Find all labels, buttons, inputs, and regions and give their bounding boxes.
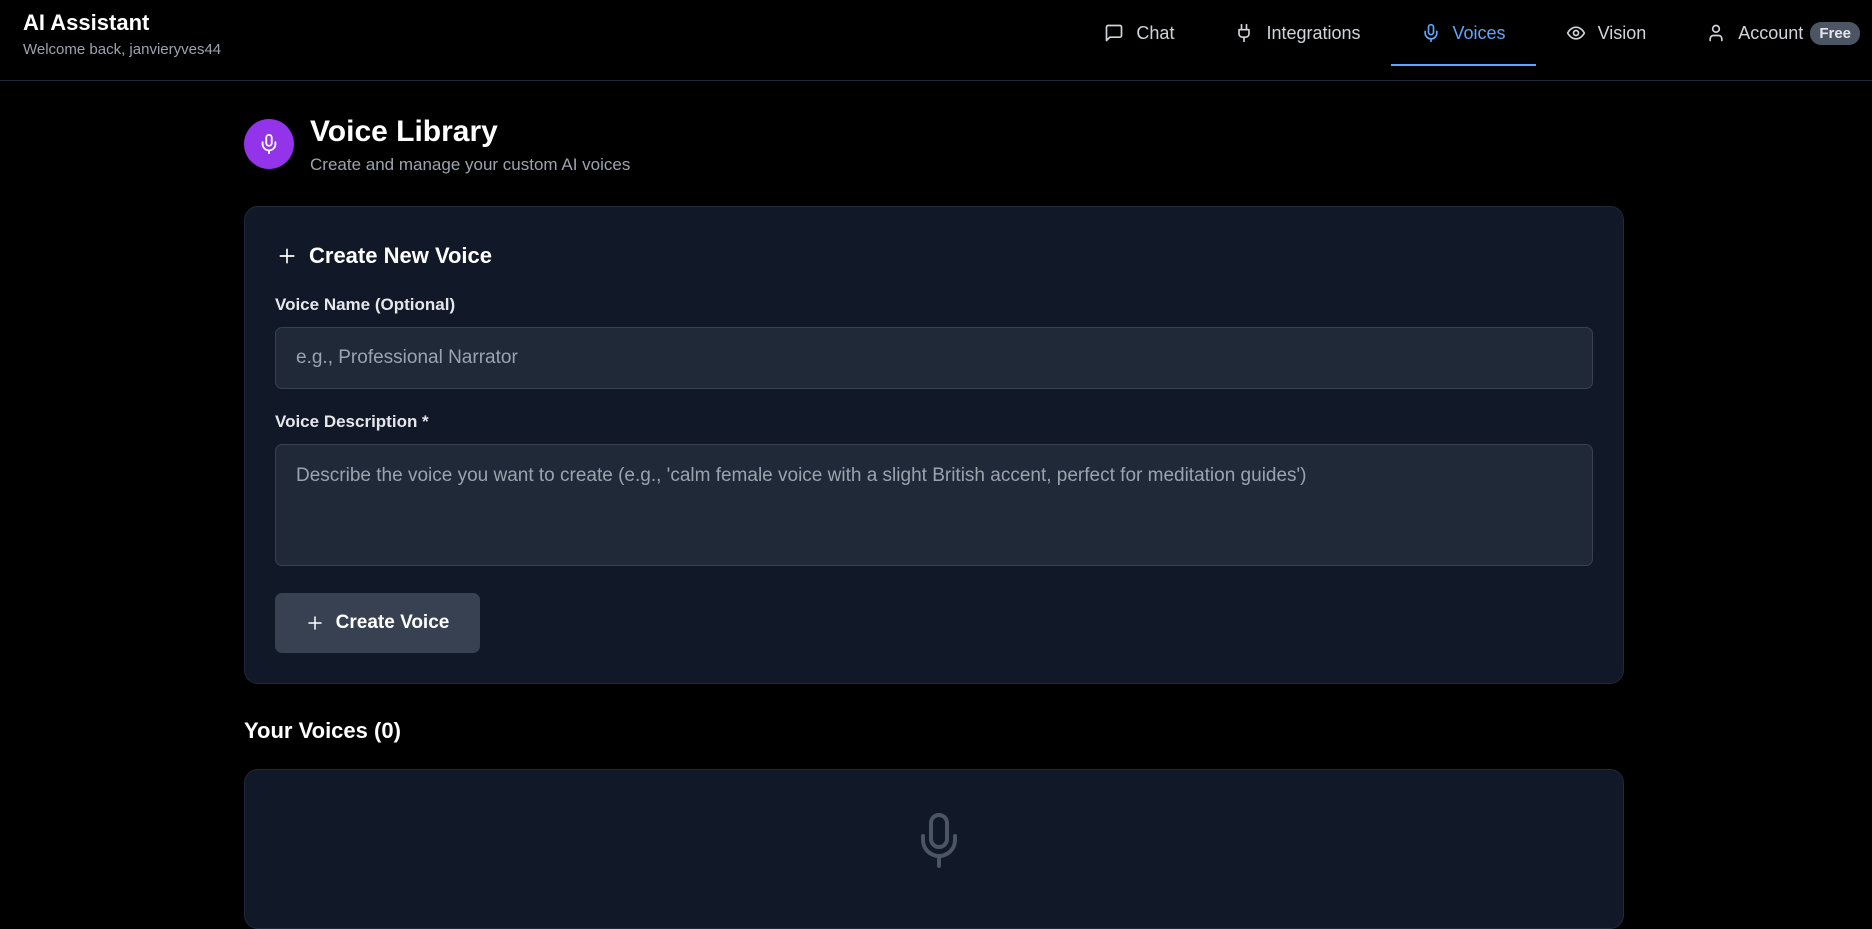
nav-item-vision[interactable]: Vision: [1536, 0, 1677, 66]
main-nav: Chat Integrations Voices Vision Account …: [1074, 0, 1872, 66]
nav-label-vision: Vision: [1597, 22, 1647, 43]
create-voice-button-label: Create Voice: [335, 612, 450, 633]
nav-label-integrations: Integrations: [1266, 22, 1361, 43]
chat-bubble-icon: [1106, 24, 1123, 42]
microphone-icon: [261, 133, 277, 155]
plan-badge: Free: [1810, 21, 1860, 45]
brand: AI Assistant Welcome back, janvieryves44: [23, 10, 221, 59]
nav-label-voices: Voices: [1452, 22, 1506, 43]
your-voices-heading: Your Voices (0): [244, 718, 401, 743]
create-voice-heading-label: Create New Voice: [309, 243, 493, 268]
page-title: Voice Library: [310, 115, 498, 148]
app-title: AI Assistant: [23, 10, 150, 35]
voice-description-textarea[interactable]: [275, 444, 1593, 566]
nav-label-account: Account: [1738, 22, 1804, 43]
page-header-text: Voice Library Create and manage your cus…: [310, 115, 630, 175]
user-icon: [1709, 24, 1723, 42]
voices-empty-state: [244, 769, 1624, 929]
eye-icon: [1566, 26, 1585, 40]
create-voice-card: Create New Voice Voice Name (Optional) V…: [244, 206, 1624, 684]
voice-description-label: Voice Description *: [275, 412, 429, 431]
microphone-icon: [1423, 23, 1438, 43]
voice-name-input[interactable]: [275, 327, 1593, 389]
nav-item-integrations[interactable]: Integrations: [1204, 0, 1390, 66]
plus-icon: [279, 248, 295, 264]
voice-library-avatar: [244, 119, 294, 169]
plug-icon: [1238, 23, 1251, 43]
create-voice-heading: Create New Voice: [277, 243, 492, 269]
welcome-message: Welcome back, janvieryves44: [23, 41, 222, 58]
nav-label-chat: Chat: [1136, 22, 1175, 43]
voice-name-label: Voice Name (Optional): [275, 295, 456, 314]
plus-icon: [307, 616, 322, 630]
create-voice-button[interactable]: Create Voice: [275, 593, 480, 653]
top-navigation-bar: AI Assistant Welcome back, janvieryves44…: [0, 0, 1872, 81]
page-subtitle: Create and manage your custom AI voices: [310, 155, 631, 174]
nav-item-chat[interactable]: Chat: [1074, 0, 1204, 66]
microphone-icon: [921, 813, 957, 868]
page-header: Voice Library Create and manage your cus…: [244, 115, 630, 175]
nav-item-voices[interactable]: Voices: [1390, 0, 1536, 66]
nav-item-account[interactable]: Account Free: [1676, 0, 1872, 66]
